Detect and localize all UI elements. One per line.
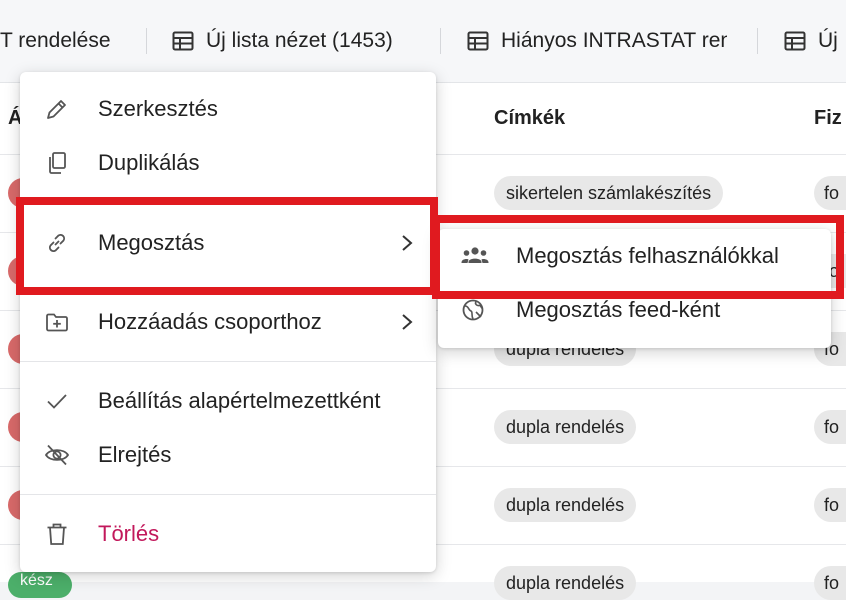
tab-label: Hiányos INTRASTAT rendelések [501,29,727,52]
menu-item-add-to-group[interactable]: Hozzáadás csoporthoz [20,295,436,349]
check-icon [47,394,67,409]
menu-divider [20,361,436,362]
menu-item-label: Szerkesztés [98,96,218,121]
folder-plus-icon [46,313,68,332]
chevron-right-icon [402,235,413,251]
table-icon [784,31,806,51]
share-submenu: Megosztás felhasználókkal Megosztás feed… [438,229,831,348]
link-icon [49,234,65,252]
submenu-item-label: Megosztás feed-ként [516,297,721,322]
globe-icon [462,299,484,321]
menu-item-label: Duplikálás [98,150,200,175]
eye-off-icon [44,444,70,466]
tab-rendelese[interactable]: T rendelése [0,27,116,55]
menu-item-label: Elrejtés [98,442,172,467]
tab-uj-lista-nezet[interactable]: Új lista nézet (1453) [172,27,422,55]
view-tab-bar: T rendelése Új lista nézet (1453) Hiányo… [0,0,846,83]
users-icon [461,247,489,263]
tab-hianyos-intrastat[interactable]: Hiányos INTRASTAT rendelések [467,27,727,55]
submenu-item-share-users[interactable]: Megosztás felhasználókkal [438,229,831,283]
status-badge: kész [8,572,72,598]
chevron-right-icon [402,314,413,330]
tag-chip: dupla rendelés [494,410,637,444]
tab-separator [146,28,147,54]
payment-chip: fo [814,488,846,522]
table-icon [467,31,489,51]
tab-uj[interactable]: Új [784,27,846,55]
pencil-icon [47,100,66,119]
menu-item-label: Beállítás alapértelmezettként [98,388,381,413]
tab-label: T rendelése [0,29,111,52]
menu-divider [20,494,436,495]
tab-label: Új [818,29,838,52]
table-icon [172,31,194,51]
submenu-item-label: Megosztás felhasználókkal [516,243,779,268]
payment-chip: fo [814,566,846,600]
menu-item-duplicate[interactable]: Duplikálás [20,136,436,190]
menu-item-label: Megosztás [98,230,205,255]
menu-item-share[interactable]: Megosztás [20,216,436,270]
trash-icon [47,523,67,545]
menu-item-delete[interactable]: Törlés [20,507,436,561]
tag-chip: sikertelen számlakészítés [494,176,724,210]
menu-item-label-delete: Törlés [98,521,160,546]
menu-item-edit[interactable]: Szerkesztés [20,82,436,136]
menu-item-label: Hozzáadás csoporthoz [98,309,322,334]
copy-icon [49,152,66,174]
submenu-item-share-feed[interactable]: Megosztás feed-ként [438,283,831,337]
payment-chip: fo [814,176,846,210]
tab-separator [440,28,441,54]
tag-chip: dupla rendelés [494,488,637,522]
column-header-fizetes[interactable]: Fiz [814,107,842,130]
tab-label: Új lista nézet (1453) [206,29,393,52]
tab-separator [757,28,758,54]
column-header-cimkek[interactable]: Címkék [494,107,565,130]
view-context-menu: Szerkesztés Duplikálás Megosztás Hozzáad… [20,72,436,572]
menu-item-hide[interactable]: Elrejtés [20,428,436,482]
tag-chip: dupla rendelés [494,566,637,600]
menu-item-set-default[interactable]: Beállítás alapértelmezettként [20,374,436,428]
payment-chip: fo [814,410,846,444]
